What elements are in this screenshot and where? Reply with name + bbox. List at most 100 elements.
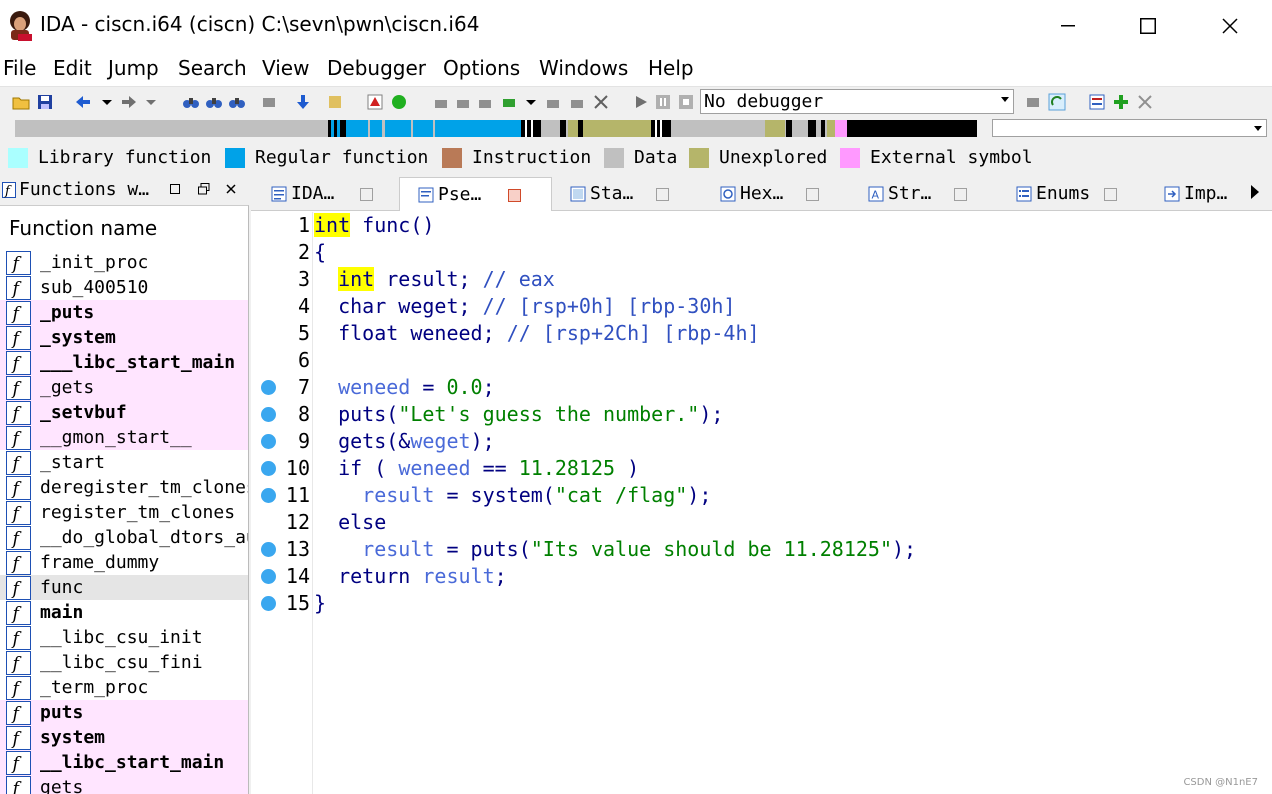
restore-panel-icon[interactable]: [198, 183, 210, 195]
breakpoint-marker[interactable]: [261, 596, 276, 611]
menu-edit[interactable]: Edit: [53, 56, 92, 80]
tab-close-icon[interactable]: [360, 188, 373, 201]
function-list-item[interactable]: f __libc_csu_init: [0, 625, 248, 650]
close-panel-icon[interactable]: [226, 184, 236, 194]
open-folder-icon[interactable]: [12, 93, 30, 111]
maximize-button[interactable]: [1108, 0, 1188, 52]
stop-icon[interactable]: [677, 93, 695, 111]
down-arrow-icon[interactable]: [294, 93, 312, 111]
menu-debugger[interactable]: Debugger: [327, 56, 426, 80]
tab-ida-view[interactable]: IDA…: [253, 177, 399, 211]
breakpoint-marker[interactable]: [261, 488, 276, 503]
forward-arrow-icon[interactable]: [120, 93, 138, 111]
patch-icon[interactable]: [544, 93, 562, 111]
function-list-item[interactable]: f puts: [0, 700, 248, 725]
navigation-combo[interactable]: [992, 119, 1267, 137]
tab-close-icon[interactable]: [954, 188, 967, 201]
function-list-item[interactable]: f _puts: [0, 300, 248, 325]
pseudocode-view[interactable]: 1 2 3 4 5 6 7 8 9 10 11 12 13 14 15 int func() { int r…: [251, 212, 1272, 794]
function-list-item[interactable]: f func: [0, 575, 248, 600]
minimize-button[interactable]: [1028, 0, 1108, 52]
function-list-item[interactable]: f _start: [0, 450, 248, 475]
function-list-item[interactable]: f __libc_start_main: [0, 750, 248, 775]
back-arrow-icon[interactable]: [74, 93, 92, 111]
menu-view[interactable]: View: [262, 56, 309, 80]
function-list-item[interactable]: f sub_400510: [0, 275, 248, 300]
function-list-item[interactable]: f deregister_tm_clones: [0, 475, 248, 500]
run-script-icon[interactable]: [326, 93, 344, 111]
green-dot-icon[interactable]: [390, 93, 408, 111]
save-icon[interactable]: [36, 93, 54, 111]
refresh-icon[interactable]: [1048, 93, 1066, 111]
struct-icon[interactable]: [432, 93, 450, 111]
plugin-icon[interactable]: [500, 93, 518, 111]
float-panel-icon[interactable]: [170, 184, 180, 194]
chevron-down-icon[interactable]: [142, 93, 160, 111]
search-binary-icon[interactable]: [205, 93, 223, 111]
function-list-item[interactable]: f frame_dummy: [0, 550, 248, 575]
search-text-icon[interactable]: [228, 93, 246, 111]
function-name: _system: [40, 327, 116, 348]
function-list-item[interactable]: f _init_proc: [0, 250, 248, 275]
function-list[interactable]: Function name f _init_proc f sub_400510 f _pu…: [0, 205, 249, 794]
function-list-item[interactable]: f _gets: [0, 375, 248, 400]
tab-close-icon[interactable]: [1104, 188, 1117, 201]
breakpoint-marker[interactable]: [261, 380, 276, 395]
menu-windows[interactable]: Windows: [539, 56, 628, 80]
menu-jump[interactable]: Jump: [108, 56, 159, 80]
function-list-item[interactable]: f _system: [0, 325, 248, 350]
enum-icon[interactable]: [454, 93, 472, 111]
tab-pseudocode[interactable]: Pse…: [399, 177, 552, 211]
function-list-item[interactable]: f _setvbuf: [0, 400, 248, 425]
chevron-down-icon[interactable]: [98, 93, 116, 111]
tab-strings[interactable]: A Str…: [850, 177, 998, 211]
close-button[interactable]: [1190, 0, 1270, 52]
function-list-item[interactable]: f register_tm_clones: [0, 500, 248, 525]
breakpoint-marker[interactable]: [261, 569, 276, 584]
breakpoint-marker[interactable]: [261, 434, 276, 449]
function-list-item[interactable]: f _term_proc: [0, 675, 248, 700]
code-line-9: gets(&weget);: [338, 429, 495, 453]
function-list-item[interactable]: f ___libc_start_main: [0, 350, 248, 375]
menu-help[interactable]: Help: [648, 56, 694, 80]
tab-stack[interactable]: Sta…: [552, 177, 702, 211]
segment-icon[interactable]: [568, 93, 586, 111]
step-icon[interactable]: [1024, 93, 1042, 111]
menu-options[interactable]: Options: [443, 56, 520, 80]
remove-breakpoint-icon[interactable]: [1136, 93, 1154, 111]
breakpoint-marker[interactable]: [261, 407, 276, 422]
function-list-item[interactable]: f gets: [0, 775, 248, 794]
tab-imports[interactable]: Imp…: [1146, 177, 1244, 211]
function-icon: f: [6, 476, 31, 500]
graph-icon[interactable]: [366, 93, 384, 111]
binoculars-icon[interactable]: [182, 93, 200, 111]
list-icon[interactable]: [1088, 93, 1106, 111]
chevron-down-icon[interactable]: [522, 93, 540, 111]
function-name: _gets: [40, 377, 95, 398]
tab-scroll-right-icon[interactable]: [1250, 184, 1260, 200]
menu-search[interactable]: Search: [178, 56, 247, 80]
line-number: 1: [297, 213, 310, 237]
tab-close-icon[interactable]: [656, 188, 669, 201]
breakpoint-marker[interactable]: [261, 542, 276, 557]
tab-hex-view[interactable]: Hex…: [702, 177, 850, 211]
breakpoint-marker[interactable]: [261, 461, 276, 476]
function-list-item[interactable]: f main: [0, 600, 248, 625]
play-icon[interactable]: [632, 93, 650, 111]
function-list-item[interactable]: f system: [0, 725, 248, 750]
find-icon[interactable]: [260, 93, 278, 111]
function-name-column-header[interactable]: Function name: [0, 206, 248, 250]
tab-close-icon[interactable]: [508, 189, 521, 202]
add-breakpoint-icon[interactable]: [1112, 93, 1130, 111]
xref-icon[interactable]: [476, 93, 494, 111]
navigation-band[interactable]: [15, 120, 977, 137]
function-list-item[interactable]: f __gmon_start__: [0, 425, 248, 450]
function-list-item[interactable]: f __do_global_dtors_aux: [0, 525, 248, 550]
delete-icon[interactable]: [592, 93, 610, 111]
pause-icon[interactable]: [654, 93, 672, 111]
function-list-item[interactable]: f __libc_csu_fini: [0, 650, 248, 675]
tab-enums[interactable]: Enums: [998, 177, 1146, 211]
menu-file[interactable]: File: [3, 56, 36, 80]
tab-close-icon[interactable]: [806, 188, 819, 201]
debugger-select[interactable]: No debugger: [700, 89, 1014, 114]
